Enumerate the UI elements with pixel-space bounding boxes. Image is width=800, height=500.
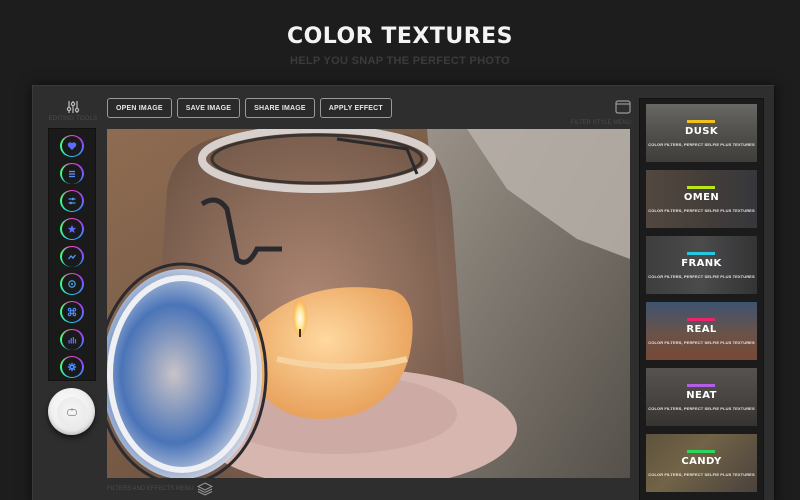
filter-name: REAL [686, 324, 717, 335]
filter-subtitle: COLOR FILTERS, PERFECT SELFIE PLUS TEXTU… [648, 142, 755, 147]
toolbar: OPEN IMAGE SAVE IMAGE SHARE IMAGE APPLY … [107, 98, 392, 118]
filter-accent-bar [687, 120, 715, 123]
filter-card-frank[interactable]: FRANK COLOR FILTERS, PERFECT SELFIE PLUS… [646, 236, 757, 294]
save-image-button[interactable]: SAVE IMAGE [176, 98, 241, 118]
tool-curves-button[interactable] [60, 245, 84, 268]
tool-levels-button[interactable] [60, 328, 84, 351]
filter-subtitle: COLOR FILTERS, PERFECT SELFIE PLUS TEXTU… [648, 274, 755, 279]
filter-accent-bar [687, 318, 715, 321]
tool-transform-button[interactable] [60, 301, 84, 323]
tool-column [48, 128, 96, 381]
gear-icon [67, 363, 77, 372]
sliders-icon [66, 101, 80, 113]
toggle-icon [66, 407, 77, 416]
filter-style-menu-button[interactable]: FILTER STYLE MENU [565, 100, 631, 126]
filter-subtitle: COLOR FILTERS, PERFECT SELFIE PLUS TEXTU… [648, 340, 755, 345]
filter-card-candy[interactable]: CANDY COLOR FILTERS, PERFECT SELFIE PLUS… [646, 434, 757, 492]
filter-card-neat[interactable]: NEAT COLOR FILTERS, PERFECT SELFIE PLUS … [646, 368, 757, 426]
tool-adjust-button[interactable] [60, 190, 84, 213]
filter-accent-bar [687, 384, 715, 387]
filters-effects-menu-label: FILTERS AND EFFECTS MENU [107, 486, 194, 492]
tool-favorites-button[interactable] [60, 135, 84, 157]
photo-canvas[interactable] [107, 129, 630, 478]
adjust-sliders-icon [68, 197, 76, 205]
editing-tools-label: EDITING TOOLS [48, 116, 98, 122]
layers-icon [196, 482, 213, 496]
filter-name: OMEN [683, 192, 720, 203]
filter-subtitle: COLOR FILTERS, PERFECT SELFIE PLUS TEXTU… [648, 406, 755, 411]
editing-tools-header: EDITING TOOLS [47, 100, 99, 122]
filter-panel: DUSK COLOR FILTERS, PERFECT SELFIE PLUS … [639, 98, 764, 500]
hero-subtitle: HELP YOU SNAP THE PERFECT PHOTO [290, 55, 510, 67]
filter-name: CANDY [681, 456, 722, 467]
tool-list-button[interactable] [60, 162, 84, 185]
filter-subtitle: COLOR FILTERS, PERFECT SELFIE PLUS TEXTU… [648, 472, 755, 477]
filters-effects-menu-button[interactable]: FILTERS AND EFFECTS MENU [107, 482, 213, 496]
tool-settings-button[interactable] [60, 356, 84, 379]
filter-card-dusk[interactable]: DUSK COLOR FILTERS, PERFECT SELFIE PLUS … [646, 104, 757, 162]
star-icon [67, 224, 77, 233]
filter-accent-bar [687, 186, 715, 189]
app-window: EDITING TOOLS OPEN IMAGE SAVE IMAGE SHAR… [32, 85, 775, 500]
filter-card-real[interactable]: REAL COLOR FILTERS, PERFECT SELFIE PLUS … [646, 302, 757, 360]
target-icon [68, 280, 76, 288]
filter-card-omen[interactable]: OMEN COLOR FILTERS, PERFECT SELFIE PLUS … [646, 170, 757, 228]
window-icon [615, 100, 631, 114]
filter-name: DUSK [685, 126, 718, 137]
command-icon [67, 307, 77, 317]
apply-effect-button[interactable]: APPLY EFFECT [319, 98, 392, 118]
filter-subtitle: COLOR FILTERS, PERFECT SELFIE PLUS TEXTU… [648, 208, 755, 213]
hero-title: COLOR TEXTURES [286, 24, 514, 49]
list-icon [69, 170, 75, 177]
wave-icon [68, 254, 76, 259]
heart-icon [67, 142, 77, 150]
open-image-button[interactable]: OPEN IMAGE [107, 98, 172, 118]
tool-focus-button[interactable] [60, 273, 84, 296]
filter-name: NEAT [686, 390, 717, 401]
filter-accent-bar [687, 252, 715, 255]
bar-chart-icon [68, 336, 77, 344]
share-image-button[interactable]: SHARE IMAGE [245, 98, 315, 118]
filter-name: FRANK [681, 258, 722, 269]
filter-accent-bar [687, 450, 715, 453]
tool-effects-button[interactable] [60, 218, 84, 240]
power-toggle-button[interactable] [48, 388, 95, 435]
filter-style-menu-label: FILTER STYLE MENU [570, 120, 631, 126]
